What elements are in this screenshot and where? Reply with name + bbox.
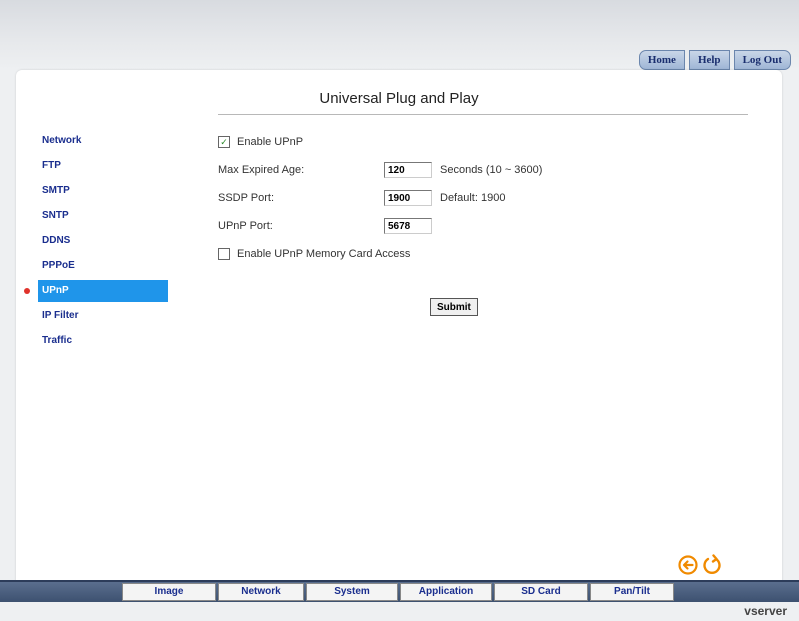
sidebar-item-pppoe[interactable]: PPPoE bbox=[38, 255, 168, 277]
sidebar-item-ddns[interactable]: DDNS bbox=[38, 230, 168, 252]
enable-card-access-checkbox[interactable] bbox=[218, 248, 230, 260]
upnp-port-label: UPnP Port: bbox=[218, 220, 273, 232]
enable-card-access-label: Enable UPnP Memory Card Access bbox=[237, 248, 411, 260]
sidebar-item-sntp[interactable]: SNTP bbox=[38, 205, 168, 227]
top-navigation: Home Help Log Out bbox=[638, 50, 791, 70]
enable-card-access-row: Enable UPnP Memory Card Access bbox=[218, 242, 738, 266]
sidebar-item-upnp-wrap: UPnP bbox=[24, 280, 178, 302]
main-panel: Universal Plug and Play Network FTP SMTP… bbox=[16, 70, 782, 582]
sidebar-item-upnp[interactable]: UPnP bbox=[38, 280, 168, 302]
max-expired-age-hint: Seconds (10 ~ 3600) bbox=[440, 164, 543, 176]
tab-pan-tilt[interactable]: Pan/Tilt bbox=[590, 583, 674, 601]
home-button[interactable]: Home bbox=[638, 50, 685, 70]
upnp-form: ✓ Enable UPnP Max Expired Age: Seconds (… bbox=[218, 130, 738, 316]
sidebar-item-network[interactable]: Network bbox=[38, 130, 168, 152]
tab-sd-card[interactable]: SD Card bbox=[494, 583, 588, 601]
brand-logo: vserver bbox=[744, 604, 787, 618]
ssdp-port-row: SSDP Port: Default: 1900 bbox=[218, 186, 738, 210]
sidebar-item-traffic[interactable]: Traffic bbox=[38, 330, 168, 352]
tab-network[interactable]: Network bbox=[218, 583, 304, 601]
enable-upnp-row: ✓ Enable UPnP bbox=[218, 130, 738, 154]
sidebar-item-smtp[interactable]: SMTP bbox=[38, 180, 168, 202]
active-bullet-icon bbox=[24, 288, 30, 294]
tab-system[interactable]: System bbox=[306, 583, 398, 601]
refresh-icon[interactable] bbox=[702, 554, 722, 576]
upnp-port-input[interactable] bbox=[384, 218, 432, 234]
ssdp-port-input[interactable] bbox=[384, 190, 432, 206]
logout-button[interactable]: Log Out bbox=[733, 50, 791, 70]
bottom-tabs: Image Network System Application SD Card… bbox=[122, 583, 676, 601]
sidebar-item-ftp[interactable]: FTP bbox=[38, 155, 168, 177]
max-expired-age-row: Max Expired Age: Seconds (10 ~ 3600) bbox=[218, 158, 738, 182]
submit-button[interactable]: Submit bbox=[430, 298, 478, 316]
enable-upnp-checkbox[interactable]: ✓ bbox=[218, 136, 230, 148]
tab-application[interactable]: Application bbox=[400, 583, 492, 601]
sidebar-item-ip-filter[interactable]: IP Filter bbox=[38, 305, 168, 327]
tab-image[interactable]: Image bbox=[122, 583, 216, 601]
enable-upnp-label: Enable UPnP bbox=[237, 136, 304, 148]
upnp-port-row: UPnP Port: bbox=[218, 214, 738, 238]
title-divider bbox=[218, 114, 748, 115]
max-expired-age-input[interactable] bbox=[384, 162, 432, 178]
help-button[interactable]: Help bbox=[688, 50, 730, 70]
ssdp-port-hint: Default: 1900 bbox=[440, 192, 506, 204]
sidebar: Network FTP SMTP SNTP DDNS PPPoE UPnP IP… bbox=[24, 130, 178, 355]
bottom-tab-bar: Image Network System Application SD Card… bbox=[0, 580, 799, 602]
page-title: Universal Plug and Play bbox=[319, 90, 479, 107]
ssdp-port-label: SSDP Port: bbox=[218, 192, 275, 204]
back-arrow-icon[interactable] bbox=[678, 555, 698, 575]
max-expired-age-label: Max Expired Age: bbox=[218, 164, 305, 176]
